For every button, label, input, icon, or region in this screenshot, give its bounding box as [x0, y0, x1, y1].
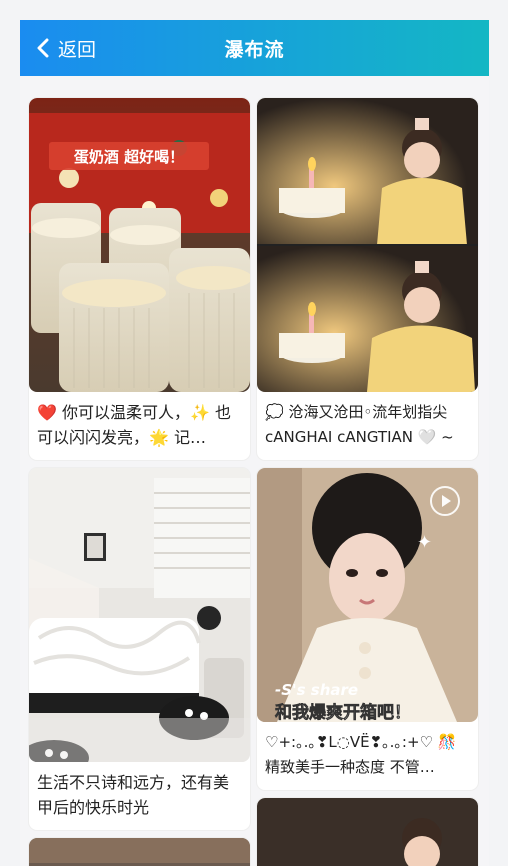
- partial-photo: [29, 838, 250, 866]
- app-frame: 返回 瀑布流 蛋奶酒 超好喝！ ❤️ 你可以温柔可人，✨ 也可以闪闪发亮，🌟 记…: [20, 20, 489, 866]
- eggnog-image: 蛋奶酒 超好喝！: [29, 98, 250, 392]
- card-caption: ♡+:｡.｡❣L◌VË❣｡.｡:+♡ 🎊 精致美手一种态度 不管…: [265, 733, 457, 776]
- feed-card[interactable]: 💭 沧海又沧田◦流年划指尖 cANGHAI cANGTIAN 🤍 ~: [257, 98, 478, 460]
- bedroom-photo: [29, 468, 250, 762]
- card-caption: 生活不只诗和远方，还有美甲后的快乐时光: [37, 773, 230, 817]
- overlay-text: 蛋奶酒 超好喝！: [74, 148, 184, 166]
- left-column: 蛋奶酒 超好喝！ ❤️ 你可以温柔可人，✨ 也可以闪闪发亮，🌟 记… 生活不只诗…: [29, 98, 250, 866]
- feed-card[interactable]: -S's share 和我爆爽开箱吧！ ✦ ♡+:｡.｡❣L◌VË❣｡.｡:+♡…: [257, 468, 478, 790]
- partial-birthday-photo: [257, 798, 478, 866]
- back-label: 返回: [58, 38, 97, 61]
- eggnog-photo: 蛋奶酒 超好喝！: [29, 98, 250, 392]
- feed-card[interactable]: [257, 798, 478, 866]
- overlay-text-1: -S's share: [275, 681, 358, 699]
- svg-text:✦: ✦: [417, 532, 432, 553]
- card-caption: ❤️ 你可以温柔可人，✨ 也可以闪闪发亮，🌟 记…: [37, 403, 232, 447]
- bedroom-image: [29, 468, 250, 762]
- birthday-image: [257, 98, 478, 392]
- feed-card[interactable]: 蛋奶酒 超好喝！ ❤️ 你可以温柔可人，✨ 也可以闪闪发亮，🌟 记…: [29, 98, 250, 460]
- feed-card[interactable]: 生活不只诗和远方，还有美甲后的快乐时光: [29, 468, 250, 830]
- waterfall-grid: 蛋奶酒 超好喝！ ❤️ 你可以温柔可人，✨ 也可以闪闪发亮，🌟 记… 生活不只诗…: [29, 98, 479, 866]
- back-button[interactable]: 返回: [36, 20, 96, 76]
- birthday-photo: [257, 98, 478, 392]
- page-title: 瀑布流: [224, 38, 285, 61]
- right-column: 💭 沧海又沧田◦流年划指尖 cANGHAI cANGTIAN 🤍 ~ -S's …: [257, 98, 478, 866]
- partial-birthday-image: [257, 798, 478, 866]
- overlay-text-2: 和我爆爽开箱吧！: [275, 702, 411, 722]
- card-caption: 💭 沧海又沧田◦流年划指尖 cANGHAI cANGTIAN 🤍 ~: [265, 403, 454, 446]
- partial-image: [29, 838, 250, 866]
- chevron-left-icon: [37, 38, 49, 58]
- header-bar: 返回 瀑布流: [20, 20, 489, 76]
- portrait-photo: -S's share 和我爆爽开箱吧！ ✦: [257, 468, 478, 722]
- play-icon[interactable]: [430, 486, 460, 516]
- feed-card[interactable]: [29, 838, 250, 866]
